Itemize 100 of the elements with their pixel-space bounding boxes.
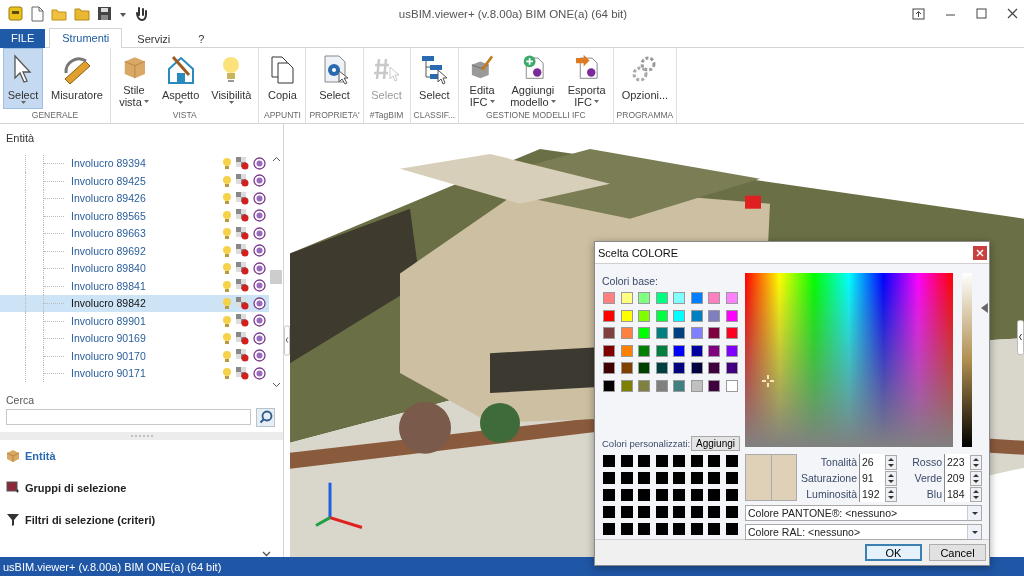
color-swatch[interactable] — [603, 489, 615, 501]
color-swatch[interactable] — [638, 327, 650, 339]
target-icon[interactable] — [253, 156, 266, 170]
checkerboard-icon[interactable] — [236, 209, 249, 223]
color-spectrum[interactable] — [745, 273, 954, 447]
ribbon-button[interactable]: Copia — [262, 47, 303, 109]
color-swatch[interactable] — [655, 362, 668, 374]
tree-item[interactable]: Involucro 89842 — [64, 297, 222, 310]
ribbon-button[interactable]: Visibilità — [207, 47, 256, 109]
ribbon-button[interactable]: Select — [414, 47, 455, 109]
chevron-down-icon[interactable] — [262, 551, 271, 558]
luminance-bar[interactable] — [962, 273, 973, 447]
color-swatch[interactable] — [638, 489, 650, 501]
ribbon-button[interactable]: Select — [3, 47, 43, 109]
color-swatch[interactable] — [603, 506, 615, 518]
color-swatch[interactable] — [708, 489, 720, 501]
color-swatch[interactable] — [620, 472, 633, 484]
lightbulb-icon[interactable] — [222, 314, 232, 327]
color-swatch[interactable] — [620, 489, 633, 501]
ribbon-button[interactable]: Aspetto — [157, 47, 204, 109]
close-icon[interactable] — [1007, 8, 1018, 20]
lightbulb-icon[interactable] — [222, 332, 232, 345]
spinner-icon[interactable] — [970, 486, 982, 502]
lightbulb-icon[interactable] — [222, 227, 232, 240]
color-swatch[interactable] — [725, 472, 738, 484]
number-field[interactable]: 26 — [859, 454, 885, 470]
color-swatch[interactable] — [655, 327, 668, 339]
checkerboard-icon[interactable] — [236, 226, 249, 240]
color-swatch[interactable] — [620, 506, 633, 518]
ribbon-button[interactable]: Esporta IFC — [563, 47, 610, 109]
scroll-up-icon[interactable] — [271, 155, 281, 162]
color-swatch[interactable] — [603, 455, 615, 467]
file-tab[interactable]: FILE — [0, 28, 46, 48]
color-swatch[interactable] — [725, 379, 738, 392]
color-swatch[interactable] — [638, 523, 650, 535]
color-swatch[interactable] — [655, 309, 668, 322]
color-swatch[interactable] — [620, 455, 633, 467]
color-swatch[interactable] — [638, 344, 650, 357]
color-swatch[interactable] — [655, 489, 668, 501]
checkerboard-icon[interactable] — [236, 296, 249, 310]
number-field[interactable]: 184 — [944, 486, 970, 502]
target-icon[interactable] — [253, 296, 266, 310]
color-swatch[interactable] — [603, 362, 615, 374]
color-swatch[interactable] — [673, 489, 685, 501]
target-icon[interactable] — [253, 366, 266, 380]
color-swatch[interactable] — [655, 455, 668, 467]
color-swatch[interactable] — [673, 523, 685, 535]
color-swatch[interactable] — [620, 292, 633, 304]
color-swatch[interactable] — [725, 362, 738, 374]
number-field[interactable]: 192 — [859, 486, 885, 502]
color-swatch[interactable] — [620, 362, 633, 374]
color-swatch[interactable] — [690, 489, 703, 501]
color-swatch[interactable] — [655, 472, 668, 484]
color-swatch[interactable] — [603, 292, 615, 304]
color-swatch[interactable] — [725, 309, 738, 322]
target-icon[interactable] — [253, 349, 266, 363]
lightbulb-icon[interactable] — [222, 209, 232, 222]
collapse-handle[interactable] — [1017, 319, 1024, 355]
checkerboard-icon[interactable] — [236, 366, 249, 380]
tree-item[interactable]: Involucro 89663 — [64, 227, 222, 240]
ribbon-button[interactable]: Misuratore — [47, 47, 107, 109]
color-swatch[interactable] — [690, 362, 703, 374]
color-swatch[interactable] — [638, 309, 650, 322]
close-button[interactable] — [973, 245, 987, 260]
lightbulb-icon[interactable] — [222, 279, 232, 292]
color-swatch[interactable] — [638, 379, 650, 392]
color-swatch[interactable] — [638, 506, 650, 518]
tree-item[interactable]: Involucro 89565 — [64, 209, 222, 222]
dialog-button[interactable]: Cancel — [929, 544, 986, 561]
dialog-button[interactable]: OK — [865, 544, 922, 561]
target-icon[interactable] — [253, 191, 266, 205]
ribbon-options-icon[interactable] — [912, 6, 925, 21]
lightbulb-icon[interactable] — [222, 244, 232, 257]
crosshair-icon[interactable] — [761, 375, 774, 387]
target-icon[interactable] — [253, 331, 266, 345]
color-swatch[interactable] — [708, 309, 720, 322]
target-icon[interactable] — [253, 279, 266, 293]
slider-arrow-icon[interactable] — [981, 302, 988, 313]
color-swatch[interactable] — [708, 362, 720, 374]
color-swatch[interactable] — [655, 344, 668, 357]
color-swatch[interactable] — [603, 309, 615, 322]
color-swatch[interactable] — [673, 379, 685, 392]
color-swatch[interactable] — [673, 455, 685, 467]
color-swatch[interactable] — [708, 506, 720, 518]
color-swatch[interactable] — [690, 523, 703, 535]
ribbon-button[interactable]: Aggiungi modello — [506, 47, 560, 109]
ribbon-tab[interactable]: Strumenti — [49, 27, 123, 48]
lightbulb-icon[interactable] — [222, 262, 232, 275]
lightbulb-icon[interactable] — [222, 192, 232, 205]
tree-item[interactable]: Involucro 89425 — [64, 174, 222, 187]
tree-item[interactable]: Involucro 89901 — [64, 314, 222, 327]
color-swatch[interactable] — [690, 309, 703, 322]
ribbon-tab[interactable]: Servizi — [124, 28, 184, 48]
color-swatch[interactable] — [725, 327, 738, 339]
target-icon[interactable] — [253, 244, 266, 258]
color-swatch[interactable] — [708, 523, 720, 535]
tree-item[interactable]: Involucro 89692 — [64, 244, 222, 257]
checkerboard-icon[interactable] — [236, 261, 249, 275]
checkerboard-icon[interactable] — [236, 156, 249, 170]
spinner-icon[interactable] — [970, 454, 982, 470]
